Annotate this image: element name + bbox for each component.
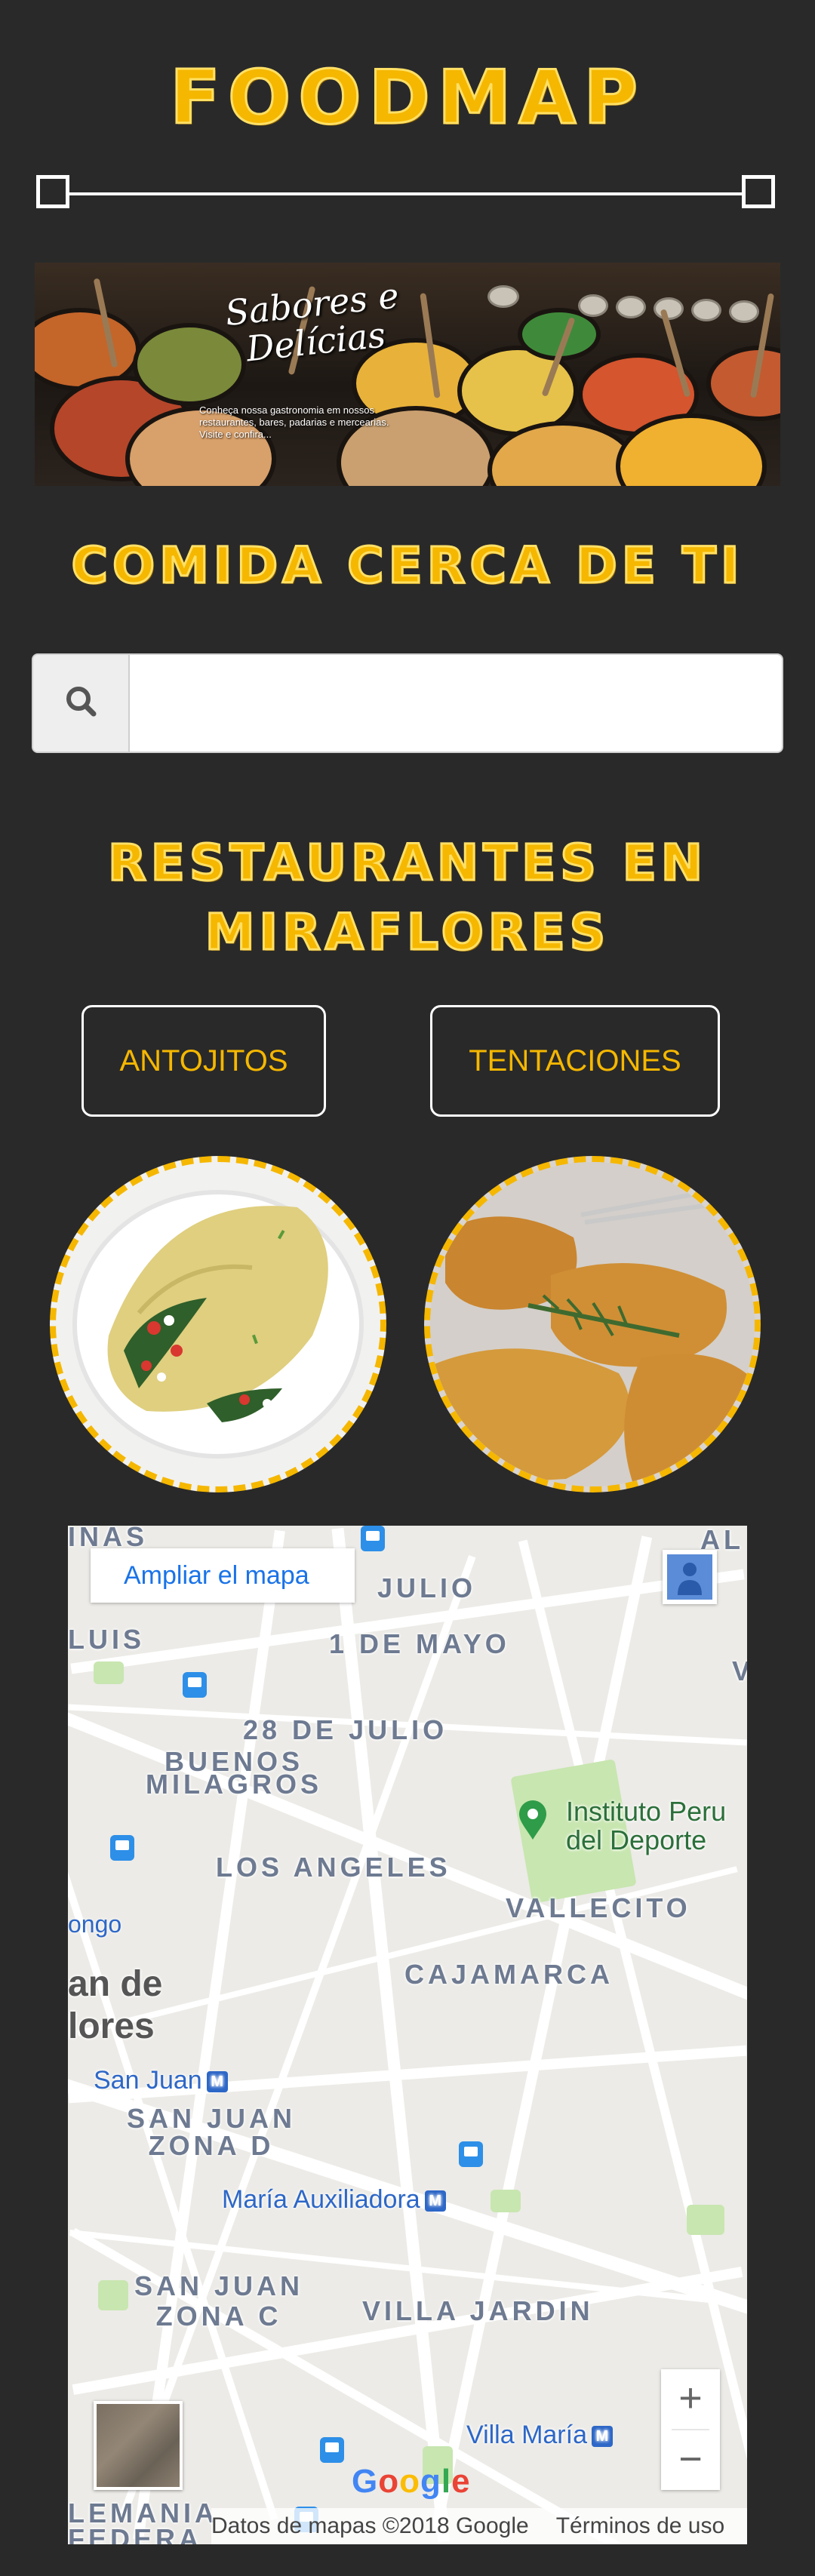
search-bar	[32, 653, 783, 753]
metro-san-juan[interactable]: San Juan M	[94, 2066, 228, 2095]
metro-maria-auxiliadora[interactable]: María Auxiliadora M	[222, 2185, 446, 2215]
map-label-buenos-milagros: BUENOS MILAGROS	[146, 1746, 322, 1800]
map-terms-link[interactable]: Términos de uso	[556, 2513, 724, 2539]
section-title-restaurants: RESTAURANTES EN MIRAFLORES	[106, 833, 708, 963]
antojitos-image[interactable]	[50, 1156, 386, 1492]
map-label-ongo: ongo	[68, 1910, 122, 1938]
map-attribution-bar: Datos de mapas ©2018 Google Términos de …	[211, 2508, 747, 2544]
pegman-icon	[667, 1554, 712, 1600]
map-embed[interactable]: INAS AL JULIO LUIS 1 DE MAYO V 28 DE JUL…	[68, 1526, 747, 2544]
map-pin-icon[interactable]	[518, 1799, 548, 1841]
map-label-28-de-julio: 28 DE JULIO	[243, 1714, 448, 1745]
hero-banner: Sabores e Delícias Conheça nossa gastron…	[35, 263, 780, 486]
bus-stop-icon[interactable]	[361, 1526, 385, 1551]
expand-map-link[interactable]: Ampliar el mapa	[91, 1548, 355, 1603]
map-label-san-juan-zona-d: SAN JUAN ZONA D	[126, 2103, 297, 2161]
map-label-federa: FEDERA	[68, 2523, 203, 2544]
metro-icon: M	[592, 2426, 613, 2448]
tentaciones-image[interactable]	[424, 1156, 761, 1492]
antojitos-button[interactable]: ANTOJITOS	[82, 1005, 326, 1117]
satellite-toggle[interactable]	[94, 2401, 183, 2490]
milanesa-illustration	[430, 1162, 755, 1486]
map-label-cajamarca: CAJAMARCA	[404, 1959, 614, 1990]
map-label-san-juan-zona-c: SAN JUAN ZONA C	[134, 2270, 304, 2332]
metro-icon: M	[206, 2071, 228, 2093]
bus-stop-icon[interactable]	[320, 2437, 344, 2463]
search-button[interactable]	[33, 655, 130, 752]
map-label-luis: LUIS	[68, 1624, 146, 1655]
metro-icon: M	[424, 2190, 446, 2212]
search-input[interactable]	[131, 655, 780, 752]
map-label-instituto[interactable]: Instituto Peru del Deporte	[566, 1797, 747, 1855]
map-label-villa-jardin: VILLA JARDIN	[362, 2295, 594, 2326]
map-label-vallecito: VALLECITO	[506, 1892, 691, 1923]
metro-maria-auxiliadora-label: María Auxiliadora	[222, 2185, 420, 2214]
map-label-v: V	[732, 1655, 747, 1686]
search-icon	[66, 687, 97, 717]
divider-square-left	[36, 175, 69, 208]
map-label-julio: JULIO	[377, 1572, 477, 1603]
section-title-near: COMIDA CERCA DE TI	[70, 536, 744, 596]
bus-stop-icon[interactable]	[183, 1672, 207, 1698]
divider-square-right	[742, 175, 775, 208]
map-label-1-de-mayo: 1 DE MAYO	[329, 1628, 510, 1659]
street-view-button[interactable]	[663, 1550, 717, 1604]
map-label-los-angeles: LOS ANGELES	[216, 1852, 451, 1883]
metro-villa-maria[interactable]: Villa María M	[466, 2421, 613, 2450]
zoom-control: + −	[661, 2369, 720, 2490]
bus-stop-icon[interactable]	[459, 2141, 483, 2167]
omelette-illustration	[72, 1190, 364, 1459]
zoom-out-button[interactable]: −	[661, 2430, 720, 2490]
tentaciones-button[interactable]: TENTACIONES	[430, 1005, 720, 1117]
app-logo[interactable]: FOODMAP	[0, 53, 815, 143]
google-logo: Google	[352, 2463, 471, 2500]
bus-stop-icon[interactable]	[110, 1835, 134, 1861]
metro-san-juan-label: San Juan	[94, 2066, 202, 2095]
zoom-in-button[interactable]: +	[661, 2369, 720, 2429]
map-label-district: an de lores	[68, 1964, 163, 2046]
header-divider	[53, 192, 762, 195]
metro-villa-maria-label: Villa María	[466, 2421, 587, 2449]
banner-subtitle: Conheça nossa gastronomia em nossos rest…	[199, 404, 389, 440]
map-attribution: Datos de mapas ©2018 Google	[211, 2513, 529, 2538]
